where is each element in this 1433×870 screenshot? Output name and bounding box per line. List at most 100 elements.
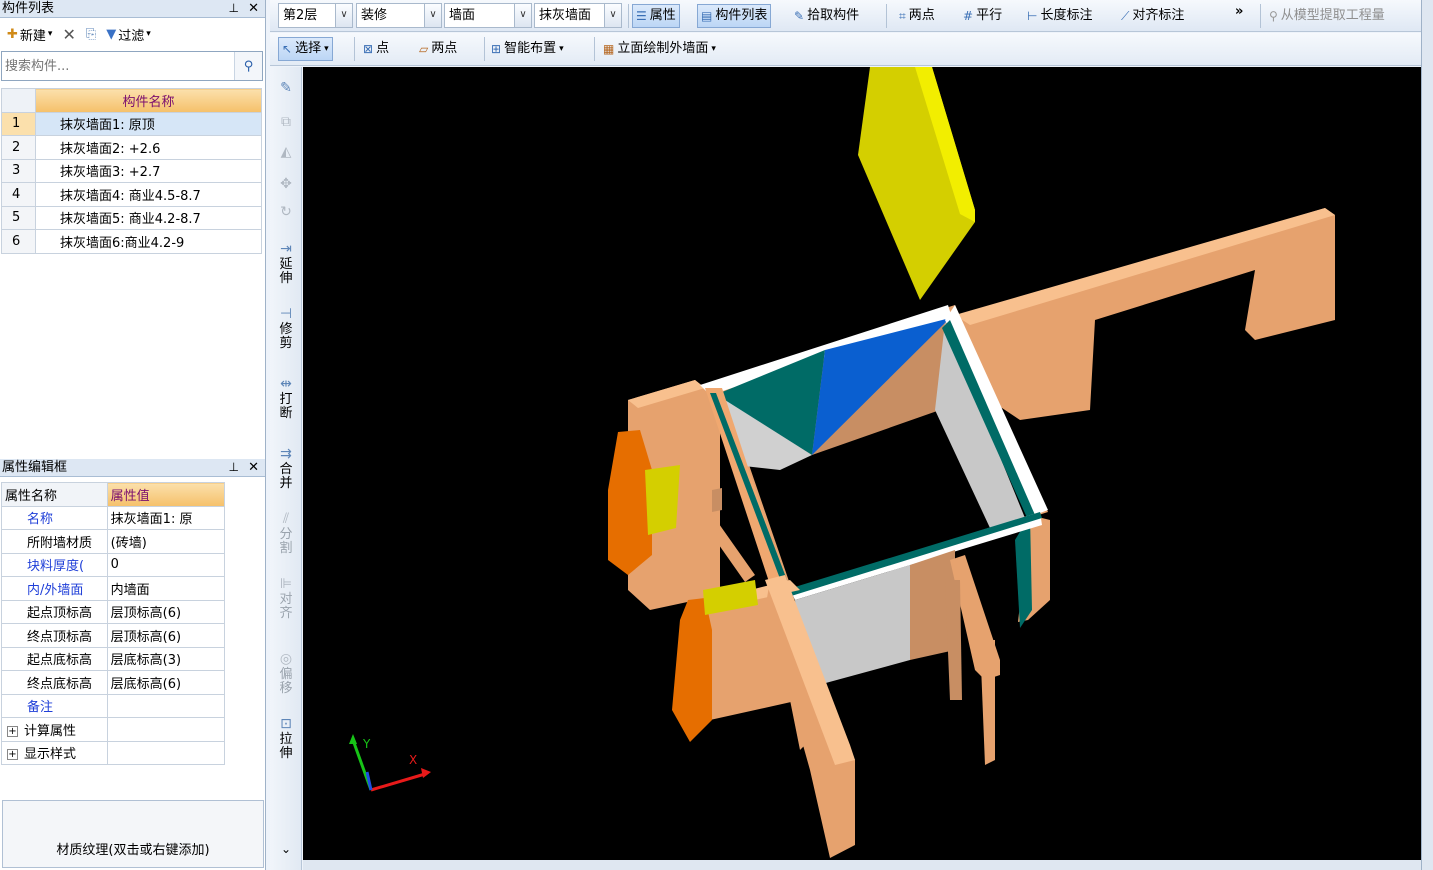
component-name[interactable]: 抹灰墙面5: 商业4.2-8.7 <box>35 205 262 230</box>
component-toolbar: ✚ 新建 ▾ ✕ ⎘ ▼ 过滤 ▾ <box>0 18 265 50</box>
search-input[interactable] <box>2 52 234 80</box>
close-icon[interactable]: ✕ <box>248 459 259 476</box>
copy-tool[interactable]: ⧉ <box>270 115 302 131</box>
search-box: ⚲ <box>1 51 263 81</box>
new-button[interactable]: ✚ 新建 ▾ <box>4 23 55 46</box>
expand-tools-button[interactable]: ⌄ <box>270 842 302 856</box>
tool-3[interactable]: ⇹打断打断 <box>270 377 302 421</box>
filter-button[interactable]: ▼ 过滤 ▾ <box>103 23 154 46</box>
property-row[interactable]: 备注 <box>1 693 226 718</box>
property-row[interactable]: 内/外墙面 内墙面 <box>1 576 226 601</box>
extract-quantity-button[interactable]: ⚲ 从模型提取工程量 <box>1266 4 1388 28</box>
properties-button[interactable]: ☰ 属性 <box>632 4 680 28</box>
property-name: 所附墙材质 <box>1 529 108 554</box>
copy-button[interactable]: ⎘ <box>83 25 99 44</box>
tool-1[interactable]: ⇥延伸延伸 <box>270 242 302 286</box>
tool-icon: ⊣ <box>279 306 293 322</box>
parallel-label: 平行 <box>976 8 1003 23</box>
chevron-down-icon: ∨ <box>335 4 352 27</box>
table-row[interactable]: 5 抹灰墙面5: 商业4.2-8.7 <box>1 205 262 230</box>
component-name[interactable]: 抹灰墙面4: 商业4.5-8.7 <box>35 182 262 207</box>
type-select[interactable]: 墙面 ∨ <box>444 3 532 28</box>
property-value[interactable]: 0 <box>106 552 226 577</box>
tool-4[interactable]: ⇉合并合并 <box>270 447 302 491</box>
leg-4 <box>945 580 962 700</box>
component-name[interactable]: 抹灰墙面1: 原顶 <box>35 111 262 136</box>
property-name: 起点顶标高 <box>1 599 108 624</box>
yellow-panel-1 <box>645 465 680 535</box>
3d-viewport[interactable]: Y X <box>303 67 1421 860</box>
property-row[interactable]: 终点底标高 层底标高(6) <box>1 670 226 695</box>
property-group-row[interactable]: + 显示样式 <box>1 740 226 765</box>
elevation-draw-button[interactable]: ▦ 立面绘制外墙面 ▾ <box>600 37 719 61</box>
brush-tool[interactable]: ✎ <box>270 81 302 97</box>
two-point-button[interactable]: ▱ 两点 <box>416 37 460 61</box>
smart-layout-button[interactable]: ⊞ 智能布置 ▾ <box>488 37 567 61</box>
table-row[interactable]: 6 抹灰墙面6:商业4.2-9 <box>1 229 262 254</box>
table-row[interactable]: 2 抹灰墙面2: +2.6 <box>1 135 262 160</box>
property-row[interactable]: 起点底标高 层底标高(3) <box>1 646 226 671</box>
component-table: 构件名称 1 抹灰墙面1: 原顶 2 抹灰墙面2: +2.6 3 抹灰墙面3: +2… <box>1 88 262 254</box>
rotate-icon: ↻ <box>280 204 292 220</box>
property-row[interactable]: 起点顶标高 层顶标高(6) <box>1 599 226 624</box>
property-value[interactable]: 抹灰墙面1: 原 <box>106 505 226 530</box>
tool-6[interactable]: ⊫对齐对齐 <box>270 577 302 621</box>
tool-8[interactable]: ⊡拉伸拉伸 <box>270 717 302 761</box>
property-value[interactable] <box>106 693 226 718</box>
move-tool[interactable]: ✥ <box>270 177 302 193</box>
tool-5[interactable]: ⫽分割分割 <box>270 512 302 556</box>
align-dimension-button[interactable]: ⟋ 对齐标注 <box>1118 4 1187 28</box>
component-name[interactable]: 抹灰墙面3: +2.7 <box>35 158 262 183</box>
pin-icon[interactable]: ⊥ <box>229 459 239 476</box>
property-value[interactable]: 层顶标高(6) <box>106 599 226 624</box>
parallel-button[interactable]: # 平行 <box>960 4 1005 28</box>
mirror-tool[interactable]: ◭ <box>270 145 302 161</box>
rotate-tool[interactable]: ↻ <box>270 205 302 221</box>
property-group[interactable]: + 显示样式 <box>1 740 108 765</box>
smart-layout-label: 智能布置 <box>504 41 557 56</box>
property-value[interactable]: 层底标高(6) <box>106 670 226 695</box>
property-group[interactable]: + 计算属性 <box>1 717 108 742</box>
point-button[interactable]: ⊠ 点 <box>360 37 392 61</box>
property-editor-title-bar: 属性编辑框 ⊥ ✕ <box>0 459 265 477</box>
delete-button[interactable]: ✕ <box>59 23 78 46</box>
two-point-dim-button[interactable]: ⌗ 两点 <box>896 4 938 28</box>
property-value[interactable]: 内墙面 <box>106 576 226 601</box>
select-button[interactable]: ↖ 选择 ▾ <box>278 37 333 61</box>
property-row[interactable]: 块料厚度( 0 <box>1 552 226 577</box>
material-texture-area[interactable]: 材质纹理(双击或右键添加) <box>2 800 264 868</box>
more-tools-button[interactable]: » <box>1232 0 1246 24</box>
two-point-draw-icon: ▱ <box>419 42 429 56</box>
floor-select[interactable]: 第2层 ∨ <box>278 3 353 28</box>
property-group-row[interactable]: + 计算属性 <box>1 717 226 742</box>
property-value[interactable]: 层顶标高(6) <box>106 623 226 648</box>
subtype-select[interactable]: 抹灰墙面 ∨ <box>534 3 622 28</box>
type-value: 墙面 <box>449 8 476 23</box>
category-select[interactable]: 装修 ∨ <box>356 3 442 28</box>
pick-component-button[interactable]: ✎ 拾取构件 <box>791 4 862 28</box>
table-row[interactable]: 4 抹灰墙面4: 商业4.5-8.7 <box>1 182 262 207</box>
tool-7[interactable]: ◎偏移偏移 <box>270 652 302 696</box>
property-row[interactable]: 名称 抹灰墙面1: 原 <box>1 505 226 530</box>
table-row[interactable]: 1 抹灰墙面1: 原顶 <box>1 111 262 136</box>
search-button[interactable]: ⚲ <box>234 52 262 80</box>
component-list-button[interactable]: ▤ 构件列表 <box>697 4 772 28</box>
new-label: 新建 <box>19 28 46 44</box>
tool-icon: ⇹ <box>280 376 292 392</box>
pin-icon[interactable]: ⊥ <box>229 0 239 17</box>
expand-icon[interactable]: + <box>7 749 18 761</box>
tool-2[interactable]: ⊣修剪修剪 <box>270 307 302 351</box>
expand-icon[interactable]: + <box>7 725 18 737</box>
table-row[interactable]: 3 抹灰墙面3: +2.7 <box>1 158 262 183</box>
component-name[interactable]: 抹灰墙面6:商业4.2-9 <box>35 229 262 254</box>
property-value[interactable]: 层底标高(3) <box>106 646 226 671</box>
chevron-down-icon: ▾ <box>711 44 716 54</box>
property-row[interactable]: 所附墙材质 (砖墙) <box>1 529 226 554</box>
close-icon[interactable]: ✕ <box>248 0 259 17</box>
property-row[interactable]: 终点顶标高 层顶标高(6) <box>1 623 226 648</box>
component-name[interactable]: 抹灰墙面2: +2.6 <box>35 135 262 160</box>
column-header-name[interactable]: 构件名称 <box>35 88 262 113</box>
two-point-label: 两点 <box>908 8 935 23</box>
property-value[interactable]: (砖墙) <box>106 529 226 554</box>
length-dimension-button[interactable]: ⊢ 长度标注 <box>1024 4 1095 28</box>
